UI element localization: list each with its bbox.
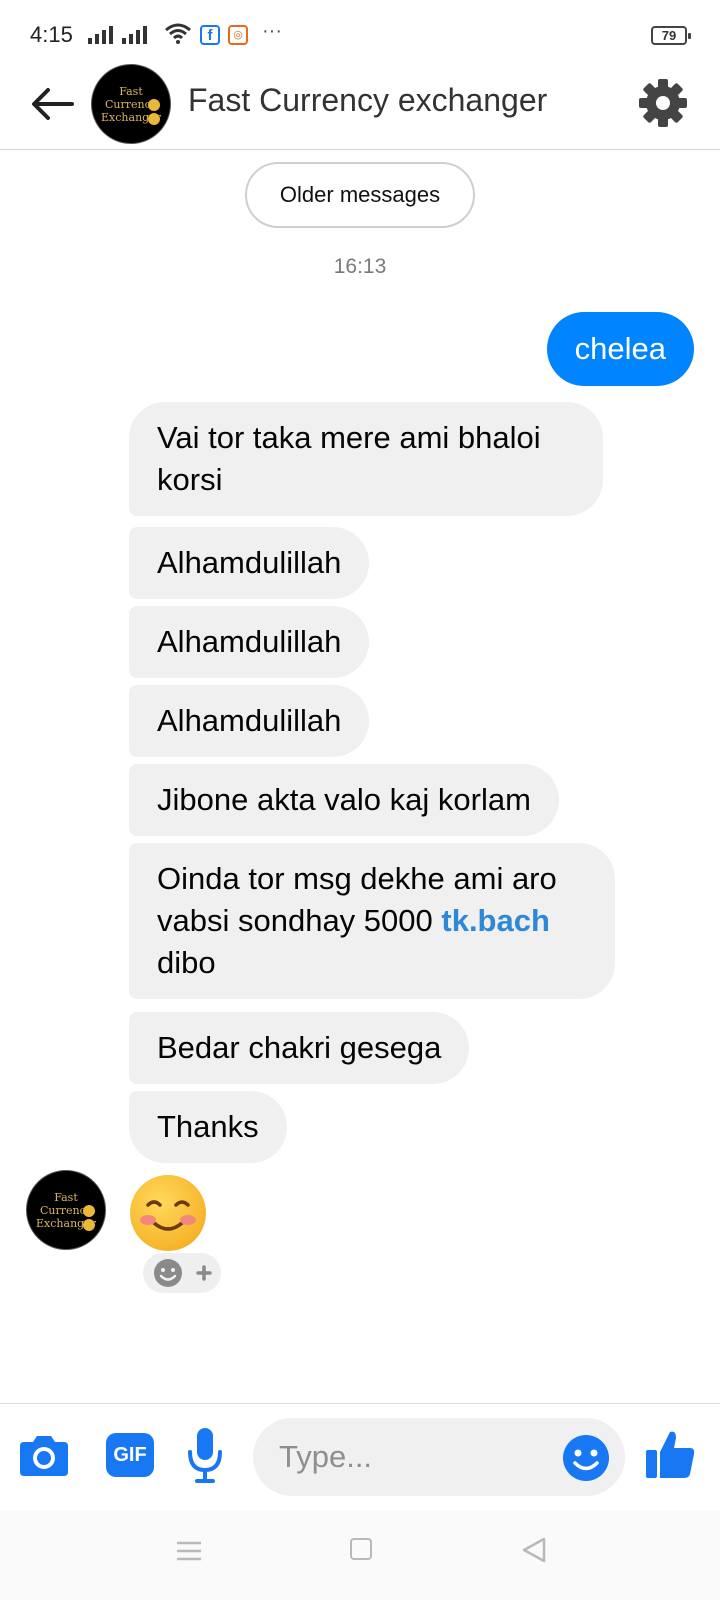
incoming-message[interactable]: Alhamdulillah: [129, 685, 370, 757]
gear-icon: [639, 79, 687, 127]
facebook-notification-icon: f: [200, 25, 220, 45]
conversation-title[interactable]: Fast Currency exchanger: [188, 82, 547, 119]
wifi-icon: [165, 23, 191, 44]
recent-apps-icon[interactable]: [176, 1540, 202, 1562]
coin-icon: [83, 1205, 95, 1217]
incoming-message[interactable]: Thanks: [129, 1091, 287, 1163]
settings-button[interactable]: [636, 76, 690, 130]
gif-button[interactable]: GIF: [106, 1433, 154, 1477]
smiley-icon: [563, 1435, 609, 1481]
camera-icon: [20, 1436, 68, 1476]
incoming-message[interactable]: Vai tor taka mere ami bhaloi korsi: [129, 402, 603, 516]
signal-icon: [122, 26, 147, 44]
signal-icon: [88, 26, 113, 44]
microphone-icon: [188, 1428, 222, 1483]
more-notifications-icon: ···: [262, 20, 282, 42]
battery-indicator: 79: [651, 26, 691, 45]
logo-line: Fast: [54, 1191, 78, 1204]
emoji-button[interactable]: [562, 1434, 610, 1482]
like-button[interactable]: [644, 1428, 696, 1482]
outgoing-message[interactable]: chelea: [546, 312, 694, 386]
message-composer: GIF: [0, 1403, 720, 1510]
sender-avatar[interactable]: Fast Currency Exchanger: [26, 1170, 106, 1250]
message-link[interactable]: tk.bach: [441, 903, 550, 938]
coin-icon: [83, 1219, 95, 1231]
app-notification-icon: ◎: [228, 25, 248, 45]
home-button[interactable]: [350, 1538, 372, 1560]
smiling-face-icon: [146, 1200, 190, 1231]
message-text: dibo: [157, 945, 216, 980]
incoming-message[interactable]: Alhamdulillah: [129, 606, 370, 678]
status-time: 4:15: [30, 22, 73, 47]
back-button[interactable]: [26, 78, 78, 130]
blush-mark: [180, 1215, 196, 1225]
conversation-header: Fast Currency Exchanger Fast Currency ex…: [0, 62, 720, 150]
back-arrow-icon: [32, 88, 74, 120]
incoming-message[interactable]: Oinda tor msg dekhe ami aro vabsi sondha…: [129, 843, 615, 999]
incoming-message[interactable]: Alhamdulillah: [129, 527, 370, 599]
blush-mark: [140, 1215, 156, 1225]
system-navigation-bar: [0, 1510, 720, 1600]
incoming-message[interactable]: Jibone akta valo kaj korlam: [129, 764, 559, 836]
coin-icon: [148, 99, 160, 111]
thumbs-up-icon: [646, 1431, 695, 1478]
incoming-message[interactable]: Bedar chakri gesega: [129, 1012, 470, 1084]
voice-message-button[interactable]: [186, 1426, 224, 1484]
camera-button[interactable]: [18, 1430, 70, 1480]
coin-icon: [148, 113, 160, 125]
message-timestamp: 16:13: [333, 255, 387, 278]
logo-line: Fast: [119, 85, 143, 98]
nav-back-icon[interactable]: [520, 1536, 548, 1564]
contact-avatar[interactable]: Fast Currency Exchanger: [91, 64, 171, 144]
older-messages-button[interactable]: Older messages: [245, 162, 475, 228]
add-reaction-button[interactable]: [143, 1253, 221, 1293]
smiling-face-emoji-message[interactable]: [130, 1175, 206, 1251]
add-reaction-icon: [154, 1259, 212, 1287]
